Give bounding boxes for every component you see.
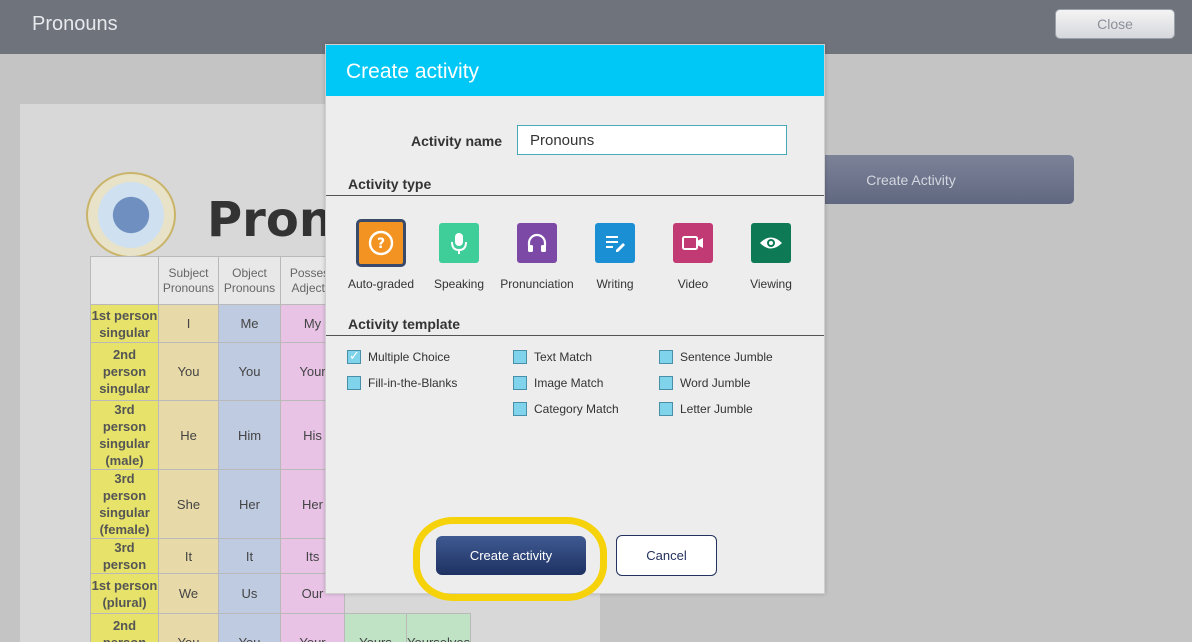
template-label: Multiple Choice: [368, 350, 451, 364]
table-header-cell: Object Pronouns: [218, 256, 281, 305]
checkbox[interactable]: [347, 348, 361, 364]
table-cell: Yours: [344, 613, 407, 642]
close-button[interactable]: Close: [1055, 9, 1175, 39]
template-text-match[interactable]: Text Match: [513, 350, 592, 364]
table-cell: 3rd person: [90, 538, 159, 574]
template-label: Fill-in-the-Blanks: [368, 376, 458, 390]
template-label: Image Match: [534, 376, 604, 390]
activity-type-heading: Activity type: [348, 176, 432, 192]
activity-name-label: Activity name: [411, 133, 503, 149]
template-label: Word Jumble: [680, 376, 751, 390]
type-pronunciation[interactable]: Pronunciation: [497, 223, 577, 291]
checkbox[interactable]: [659, 376, 673, 390]
page-title: Pronouns: [32, 13, 118, 35]
type-speaking[interactable]: Speaking: [419, 223, 499, 291]
template-multiple-choice[interactable]: Multiple Choice: [347, 348, 451, 364]
table-cell: I: [158, 304, 219, 343]
logo: [86, 172, 176, 258]
eye-icon: [751, 223, 791, 263]
table-cell: Me: [218, 304, 281, 343]
table-cell: It: [218, 538, 281, 574]
table-cell: We: [158, 573, 219, 614]
divider: [326, 335, 824, 336]
template-sentence-jumble[interactable]: Sentence Jumble: [659, 350, 773, 364]
checkbox[interactable]: [347, 376, 361, 390]
type-viewing[interactable]: Viewing: [731, 223, 811, 291]
template-fill-in-the-blanks[interactable]: Fill-in-the-Blanks: [347, 376, 457, 390]
template-image-match[interactable]: Image Match: [513, 376, 603, 390]
activity-name-input[interactable]: [517, 125, 787, 155]
checkbox[interactable]: [513, 350, 527, 364]
microphone-icon: [439, 223, 479, 263]
template-label: Sentence Jumble: [680, 350, 773, 364]
table-cell: You: [158, 342, 219, 401]
type-video[interactable]: Video: [653, 223, 733, 291]
headphones-icon: [517, 223, 557, 263]
table-cell: Yourselves: [405, 613, 472, 642]
table-cell: She: [158, 469, 219, 539]
type-label: Video: [677, 277, 709, 291]
cancel-button[interactable]: Cancel: [616, 535, 717, 576]
divider: [326, 195, 824, 196]
template-word-jumble[interactable]: Word Jumble: [659, 376, 750, 390]
table-cell: 3rd person singular (male): [90, 400, 159, 470]
dialog-title: Create activity: [326, 45, 824, 96]
table-cell: You: [218, 342, 281, 401]
table-cell: He: [158, 400, 219, 470]
template-label: Text Match: [534, 350, 593, 364]
table-cell: You: [158, 613, 219, 642]
checkbox[interactable]: [513, 402, 527, 416]
table-cell: Us: [218, 573, 281, 614]
writing-icon: [595, 223, 635, 263]
activity-template-heading: Activity template: [348, 316, 461, 332]
type-label: Writing: [596, 277, 634, 291]
checkbox[interactable]: [513, 376, 527, 390]
type-label: Speaking: [433, 277, 485, 291]
table-cell: 3rd person singular (female): [90, 469, 159, 539]
template-label: Category Match: [534, 402, 619, 416]
table-cell: You: [218, 613, 281, 642]
table-header-cell: [90, 256, 159, 305]
create-activity-button[interactable]: Create activity: [436, 536, 586, 575]
type-label: Auto-graded: [347, 277, 415, 291]
table-cell: 1st person (plural): [90, 573, 159, 614]
table-cell: 2nd person (plural): [90, 613, 159, 642]
template-category-match[interactable]: Category Match: [513, 402, 619, 416]
type-auto-graded[interactable]: ? Auto-graded: [341, 219, 421, 291]
table-cell: It: [158, 538, 219, 574]
template-label: Letter Jumble: [680, 402, 753, 416]
svg-text:?: ?: [377, 236, 385, 252]
table-cell: Her: [218, 469, 281, 539]
video-camera-icon: [673, 223, 713, 263]
table-cell: 2nd person singular: [90, 342, 159, 401]
type-label: Viewing: [750, 277, 792, 291]
create-activity-dialog: Create activity Activity name Activity t…: [325, 44, 825, 594]
table-cell: 1st person singular: [90, 304, 159, 343]
table-cell: Your: [280, 613, 345, 642]
table-cell: Him: [218, 400, 281, 470]
checkbox[interactable]: [659, 402, 673, 416]
template-letter-jumble[interactable]: Letter Jumble: [659, 402, 753, 416]
checkbox[interactable]: [659, 350, 673, 364]
table-header-cell: Subject Pronouns: [158, 256, 219, 305]
question-icon: ?: [356, 219, 406, 267]
type-label: Pronunciation: [500, 277, 574, 291]
type-writing[interactable]: Writing: [575, 223, 655, 291]
table-row: 2nd person (plural) You You Your Yours Y…: [90, 613, 472, 642]
